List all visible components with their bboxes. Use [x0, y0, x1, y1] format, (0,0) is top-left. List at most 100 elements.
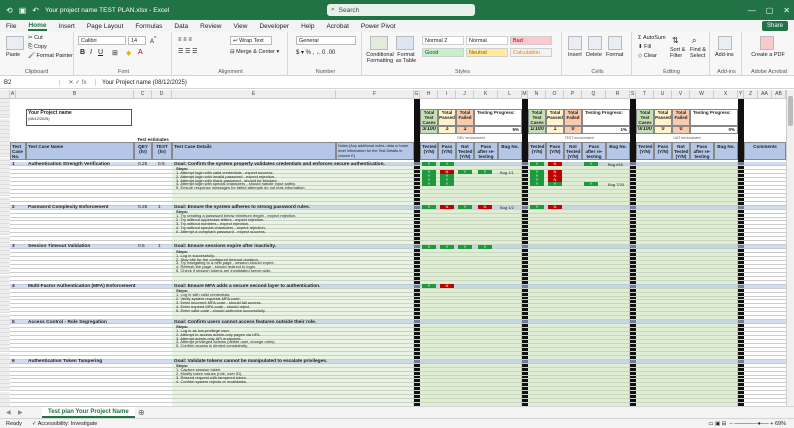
- result-mark[interactable]: N: [548, 162, 562, 166]
- column-header[interactable]: I: [438, 90, 456, 99]
- result-mark[interactable]: Y: [422, 181, 436, 186]
- tab-review[interactable]: Review: [200, 23, 221, 30]
- result-mark[interactable]: Y: [422, 284, 436, 289]
- column-header[interactable]: C: [134, 90, 152, 99]
- style-good[interactable]: Good: [422, 48, 464, 57]
- minimize-icon[interactable]: —: [748, 6, 756, 15]
- merge-center-button[interactable]: ⊟ Merge & Center ▾: [230, 49, 279, 55]
- conditional-formatting-button[interactable]: Conditional Formatting: [366, 52, 394, 64]
- sort-filter-button[interactable]: Sort & Filter: [670, 47, 688, 59]
- tab-home[interactable]: Home: [28, 22, 47, 31]
- column-header[interactable]: X: [714, 90, 738, 99]
- result-mark[interactable]: Y: [440, 162, 454, 166]
- conditional-formatting-icon[interactable]: [370, 36, 388, 50]
- tab-acrobat[interactable]: Acrobat: [326, 23, 348, 30]
- bug-number[interactable]: Bug 7/20: [608, 182, 624, 187]
- style-normal-2[interactable]: Normal 2: [422, 36, 464, 45]
- align-top-icon[interactable]: ≡ ≡ ≡: [178, 37, 192, 43]
- format-as-table-icon[interactable]: [396, 36, 414, 50]
- column-header[interactable]: U: [654, 90, 672, 99]
- wrap-text-button[interactable]: ↩ Wrap Text: [230, 36, 272, 45]
- result-mark[interactable]: Y: [530, 205, 544, 210]
- result-mark[interactable]: Y: [440, 181, 454, 186]
- vertical-scrollbar[interactable]: [786, 90, 794, 406]
- close-icon[interactable]: ✕: [783, 6, 790, 15]
- bug-number[interactable]: Bug #16: [608, 162, 623, 167]
- format-painter-button[interactable]: 🖌 Format Painter: [28, 53, 73, 59]
- fill-color-icon[interactable]: ◆: [126, 49, 131, 57]
- column-header[interactable]: AA: [758, 90, 772, 99]
- column-header[interactable]: B: [16, 90, 134, 99]
- delete-button[interactable]: Delete: [586, 52, 602, 58]
- scroll-thumb[interactable]: [788, 96, 793, 126]
- column-header[interactable]: H: [420, 90, 438, 99]
- column-header[interactable]: D: [152, 90, 172, 99]
- copy-button[interactable]: ⎘ Copy: [28, 44, 47, 51]
- insert-cells-icon[interactable]: [568, 36, 582, 50]
- fill-button[interactable]: ⬇ Fill: [638, 44, 651, 50]
- column-header[interactable]: T: [636, 90, 654, 99]
- find-select-button[interactable]: Find & Select: [690, 47, 708, 59]
- add-sheet-icon[interactable]: ⊕: [138, 408, 145, 417]
- result-mark[interactable]: N: [548, 205, 562, 210]
- column-header[interactable]: F: [336, 90, 414, 99]
- bold-button[interactable]: B: [80, 49, 85, 56]
- borders-icon[interactable]: ⊞: [112, 49, 118, 57]
- style-calculation[interactable]: Calculation: [510, 48, 552, 57]
- column-header[interactable]: W: [690, 90, 714, 99]
- tab-file[interactable]: File: [6, 23, 16, 30]
- result-mark[interactable]: Y: [440, 244, 454, 249]
- tab-view[interactable]: View: [233, 23, 247, 30]
- clear-button[interactable]: ◇ Clear: [638, 53, 657, 59]
- name-box[interactable]: B2: [0, 79, 60, 86]
- autosum-button[interactable]: Σ AutoSum: [638, 35, 666, 41]
- result-mark[interactable]: Y: [530, 162, 544, 166]
- italic-button[interactable]: I: [90, 49, 92, 56]
- fx-icon[interactable]: ✕ ✓ fx: [60, 79, 96, 86]
- number-format-select[interactable]: General: [296, 36, 356, 45]
- tab-page-layout[interactable]: Page Layout: [87, 23, 124, 30]
- style-neutral[interactable]: Neutral: [466, 48, 508, 57]
- restore-icon[interactable]: ▢: [766, 6, 774, 15]
- result-mark[interactable]: Y: [478, 244, 492, 249]
- cut-button[interactable]: ✂ Cut: [28, 35, 43, 41]
- addins-icon[interactable]: [718, 36, 732, 50]
- result-mark[interactable]: Y: [422, 244, 436, 249]
- accessibility-status[interactable]: ✓ Accessibility: Investigate: [32, 421, 97, 427]
- result-mark[interactable]: Y: [548, 181, 562, 186]
- format-button[interactable]: Format: [606, 52, 623, 58]
- result-mark[interactable]: Y: [458, 205, 472, 210]
- column-header[interactable]: V: [672, 90, 690, 99]
- currency-icon[interactable]: $ ▾ % , ←0 .00: [296, 49, 335, 56]
- sort-filter-icon[interactable]: ⇅: [672, 36, 679, 45]
- underline-button[interactable]: U: [98, 49, 103, 56]
- result-mark[interactable]: Y: [584, 181, 598, 186]
- create-pdf-button[interactable]: Create a PDF: [750, 52, 786, 58]
- tab-help[interactable]: Help: [301, 23, 314, 30]
- formula-input[interactable]: Your Project name (08/12/2025): [96, 80, 187, 86]
- column-header[interactable]: J: [456, 90, 474, 99]
- result-mark[interactable]: Y: [478, 169, 492, 174]
- column-header[interactable]: E: [172, 90, 336, 99]
- column-header[interactable]: L: [498, 90, 522, 99]
- autosave-icon[interactable]: ⟲: [6, 6, 13, 15]
- tab-formulas[interactable]: Formulas: [135, 23, 162, 30]
- create-pdf-icon[interactable]: [760, 36, 774, 50]
- tab-developer[interactable]: Developer: [259, 23, 289, 30]
- column-header[interactable]: Q: [582, 90, 606, 99]
- save-icon[interactable]: ▣: [19, 6, 27, 15]
- result-mark[interactable]: N: [440, 284, 454, 289]
- result-mark[interactable]: N: [440, 205, 454, 210]
- result-mark[interactable]: Y: [530, 181, 544, 186]
- column-header[interactable]: AB: [772, 90, 786, 99]
- font-color-icon[interactable]: A: [138, 49, 143, 56]
- column-header[interactable]: N: [528, 90, 546, 99]
- grow-font-icon[interactable]: A^: [150, 36, 156, 45]
- column-header[interactable]: O: [546, 90, 564, 99]
- addins-button[interactable]: Add-ins: [715, 52, 734, 58]
- format-as-table-button[interactable]: Format as Table: [394, 52, 418, 64]
- column-header[interactable]: P: [564, 90, 582, 99]
- paste-button[interactable]: Paste: [6, 52, 20, 58]
- sheet-tab[interactable]: Test plan Your Project Name: [42, 407, 135, 418]
- sheet-nav-prev-icon[interactable]: ◀: [6, 409, 11, 416]
